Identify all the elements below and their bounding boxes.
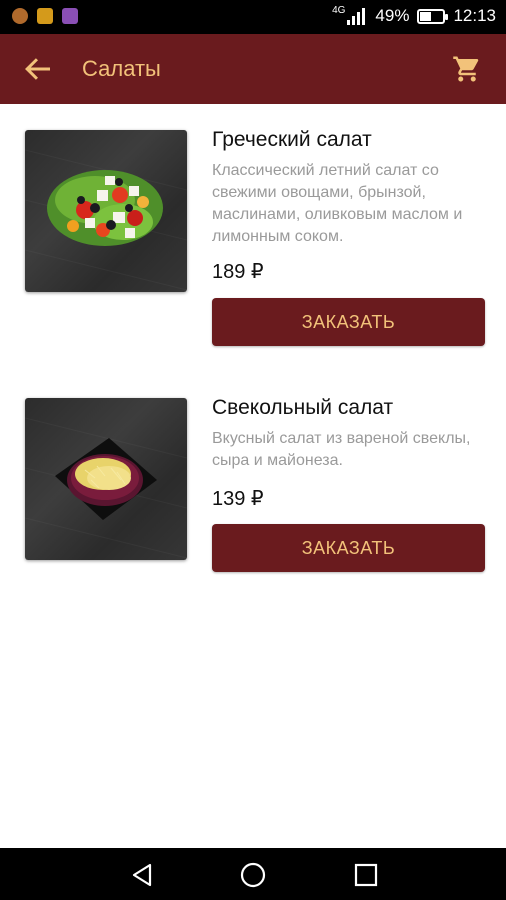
nav-back-icon bbox=[132, 863, 152, 887]
beet-salad-photo bbox=[25, 398, 187, 560]
viber-app-icon bbox=[62, 8, 78, 24]
nav-home-icon bbox=[240, 862, 266, 888]
market-app-icon bbox=[37, 8, 53, 24]
food-app-icon bbox=[12, 8, 28, 24]
network-label: 4G bbox=[332, 4, 346, 16]
signal-icon bbox=[345, 7, 367, 25]
clock: 12:13 bbox=[453, 6, 496, 25]
battery-fill bbox=[420, 11, 432, 21]
order-button[interactable]: ЗАКАЗАТЬ bbox=[212, 524, 485, 572]
product-description: Вкусный салат из вареной свеклы, сыра и … bbox=[212, 430, 471, 469]
notification-icons bbox=[12, 8, 78, 24]
nav-recents-icon bbox=[354, 863, 378, 887]
greek-salad-photo bbox=[25, 130, 187, 292]
status-indicators: 4G 49% 12:13 bbox=[332, 4, 496, 26]
order-button[interactable]: ЗАКАЗАТЬ bbox=[212, 298, 485, 346]
arrow-back-icon bbox=[25, 58, 50, 80]
battery-percent: 49% bbox=[375, 6, 410, 25]
navigation-bar bbox=[0, 848, 506, 900]
status-bar: 4G 49% 12:13 bbox=[0, 0, 506, 34]
product-name: Свекольный салат bbox=[212, 396, 394, 419]
product-description: Классический летний салат со свежими ово… bbox=[212, 162, 463, 245]
page-title: Салаты bbox=[82, 56, 161, 81]
battery-icon bbox=[417, 8, 449, 24]
cart-button[interactable] bbox=[452, 54, 482, 84]
shopping-cart-icon bbox=[453, 56, 479, 82]
app-bar: Салаты bbox=[0, 34, 506, 104]
nav-back-button[interactable] bbox=[128, 861, 156, 889]
back-button[interactable] bbox=[22, 53, 54, 85]
nav-recents-button[interactable] bbox=[352, 861, 380, 889]
nav-home-button[interactable] bbox=[239, 861, 267, 889]
product-price: 189 ₽ bbox=[212, 261, 264, 283]
product-price: 139 ₽ bbox=[212, 488, 264, 510]
product-name: Греческий салат bbox=[212, 128, 372, 151]
